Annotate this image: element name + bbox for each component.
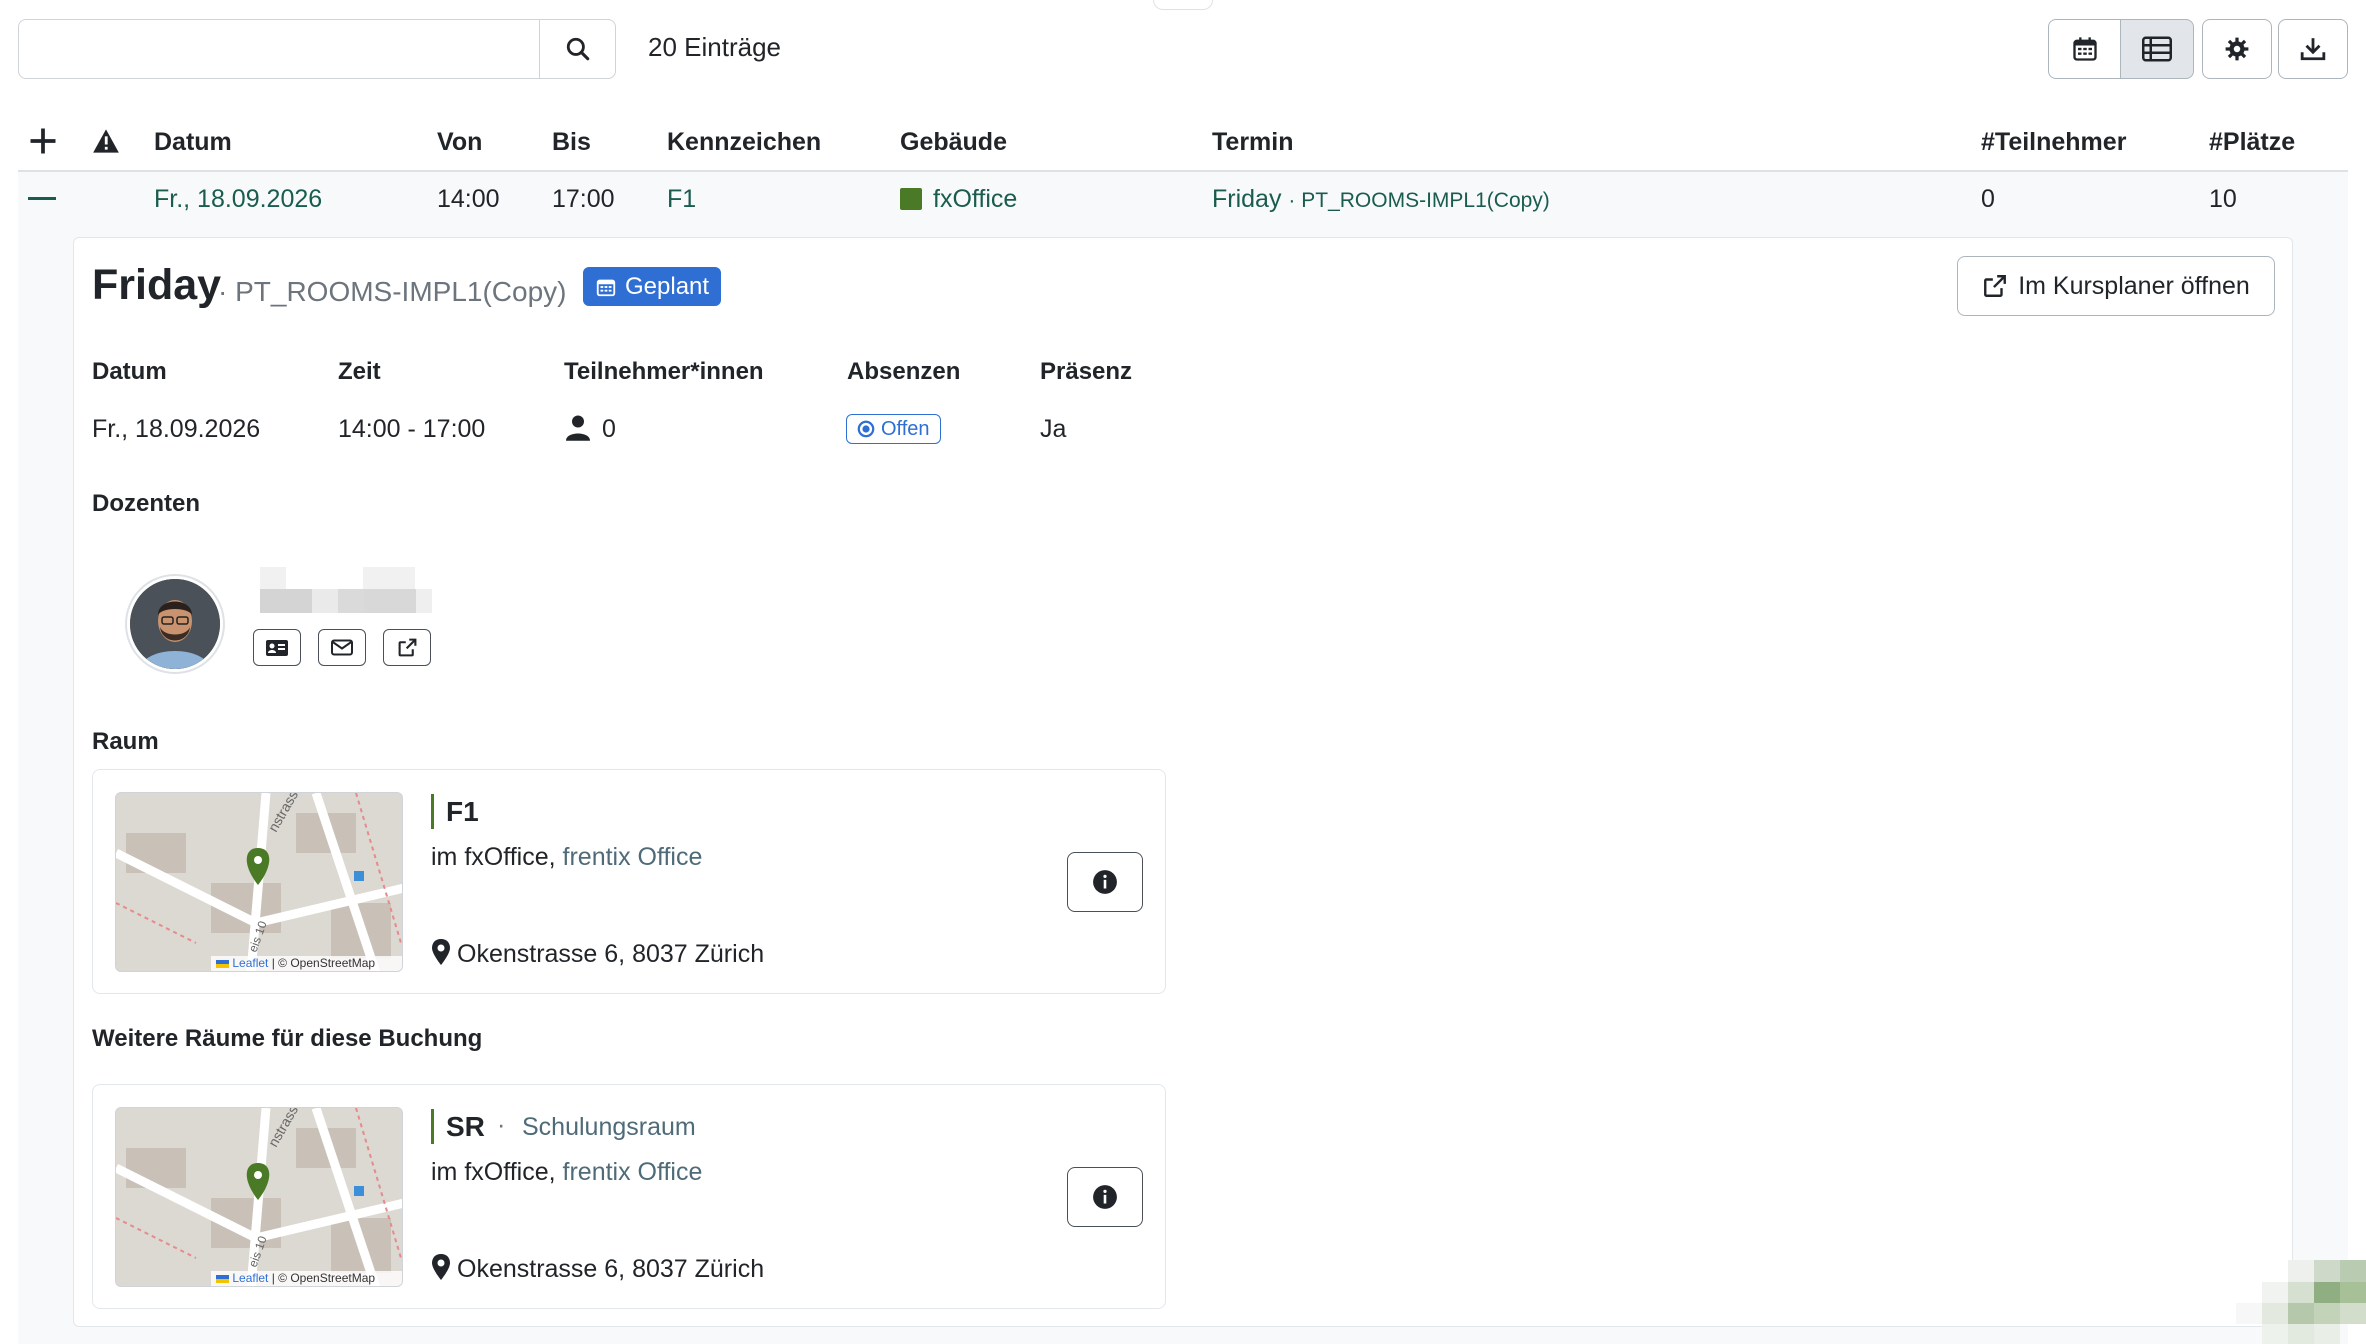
external-link-icon (1984, 275, 2007, 297)
column-header-to[interactable]: Bis (552, 128, 591, 157)
calendar-icon (2072, 37, 2097, 61)
column-header-date[interactable]: Datum (154, 128, 232, 157)
value-time: 14:00 - 17:00 (338, 415, 486, 443)
absence-status-badge[interactable]: Offen (846, 414, 941, 444)
column-header-building[interactable]: Gebäude (900, 128, 1007, 157)
room-location: im fxOffice, frentix Office (431, 843, 703, 871)
search-input[interactable] (18, 19, 540, 79)
building-color-swatch (900, 188, 922, 210)
search-icon (566, 37, 589, 61)
room-map[interactable]: nstrasse eis 10 Leaflet | © OpenStreetMa… (115, 792, 403, 972)
warning-icon (92, 128, 120, 159)
more-room-type: Schulungsraum (522, 1113, 696, 1141)
more-rooms-heading: Weitere Räume für diese Buchung (92, 1025, 483, 1052)
external-link-icon (398, 638, 416, 657)
map-attribution: Leaflet | © OpenStreetMap (216, 1271, 375, 1285)
value-date: Fr., 18.09.2026 (92, 415, 261, 443)
label-date: Datum (92, 358, 167, 385)
row-date-link[interactable]: Fr., 18.09.2026 (154, 185, 322, 214)
map-marker-icon (432, 1254, 450, 1285)
lecturer-name-blurred (260, 567, 432, 615)
plus-icon (30, 128, 56, 154)
avatar[interactable] (127, 576, 223, 672)
more-room-name: SR (446, 1111, 485, 1142)
gear-icon (2225, 37, 2249, 61)
detail-subtitle: · PT_ROOMS-IMPL1(Copy) (218, 276, 567, 307)
label-time: Zeit (338, 358, 381, 385)
room-name: F1 (446, 796, 479, 827)
label-absences: Absenzen (847, 358, 961, 385)
column-header-code[interactable]: Kennzeichen (667, 128, 821, 157)
row-event-link[interactable]: Friday · PT_ROOMS-IMPL1(Copy) (1212, 185, 1550, 214)
label-participants: Teilnehmer*innen (564, 358, 764, 385)
open-profile-button[interactable] (383, 629, 431, 666)
more-room-separator: · (497, 1111, 506, 1139)
calendar-icon (596, 279, 616, 296)
download-icon (2300, 38, 2326, 61)
add-row-button[interactable] (28, 126, 58, 161)
lecturers-heading: Dozenten (92, 490, 200, 517)
column-header-from[interactable]: Von (437, 128, 482, 157)
info-icon (1093, 1185, 1117, 1209)
row-participants: 0 (1981, 185, 1995, 213)
column-header-seats[interactable]: #Plätze (2209, 128, 2295, 157)
row-from: 14:00 (437, 185, 500, 213)
row-event-name: Friday (1212, 185, 1282, 213)
value-participants: 0 (602, 415, 616, 443)
detail-title: Friday (92, 261, 222, 309)
email-button[interactable] (318, 629, 366, 666)
status-badge: Geplant (583, 267, 722, 306)
value-presence: Ja (1040, 415, 1067, 443)
map-attribution: Leaflet | © OpenStreetMap (216, 956, 375, 970)
entries-count: 20 Einträge (648, 32, 781, 62)
more-room-info-button[interactable] (1067, 1167, 1143, 1227)
row-to: 17:00 (552, 185, 615, 213)
room-address: Okenstrasse 6, 8037 Zürich (457, 940, 765, 968)
more-room-location-link[interactable]: frentix Office (563, 1158, 703, 1186)
list-icon (2142, 36, 2172, 62)
room-location-link[interactable]: frentix Office (563, 843, 703, 871)
top-notch (1153, 0, 1213, 10)
contact-card-button[interactable] (253, 629, 301, 666)
room-heading: Raum (92, 728, 159, 755)
settings-button[interactable] (2202, 19, 2272, 79)
list-view-button[interactable] (2120, 19, 2194, 79)
id-card-icon (266, 639, 288, 656)
row-event-course: · PT_ROOMS-IMPL1(Copy) (1288, 189, 1550, 212)
room-color-bar (431, 794, 434, 829)
search-button[interactable] (539, 19, 616, 79)
row-building-link[interactable]: fxOffice (933, 185, 1017, 214)
room-info-button[interactable] (1067, 852, 1143, 912)
user-icon (566, 414, 590, 446)
calendar-view-button[interactable] (2048, 19, 2121, 79)
more-room-map[interactable]: nstrasse eis 10 Leaflet | © OpenStreetMa… (115, 1107, 403, 1287)
download-button[interactable] (2278, 19, 2348, 79)
more-room-color-bar (431, 1109, 434, 1144)
row-code-link[interactable]: F1 (667, 185, 696, 214)
info-icon (1093, 870, 1117, 894)
collapse-row-button[interactable] (28, 197, 56, 200)
more-room-location: im fxOffice, frentix Office (431, 1158, 703, 1186)
envelope-icon (331, 639, 353, 656)
map-marker-icon (432, 939, 450, 970)
flag-icon (216, 1274, 229, 1283)
pixelated-overlay (2236, 1260, 2366, 1344)
open-in-course-planner-button[interactable]: Im Kursplaner öffnen (1957, 256, 2275, 316)
more-room-address: Okenstrasse 6, 8037 Zürich (457, 1255, 765, 1283)
column-header-event[interactable]: Termin (1212, 128, 1294, 157)
radio-circle-icon (857, 420, 875, 438)
column-header-participants[interactable]: #Teilnehmer (1981, 128, 2126, 157)
flag-icon (216, 959, 229, 968)
label-presence: Präsenz (1040, 358, 1133, 385)
row-seats: 10 (2209, 185, 2237, 213)
